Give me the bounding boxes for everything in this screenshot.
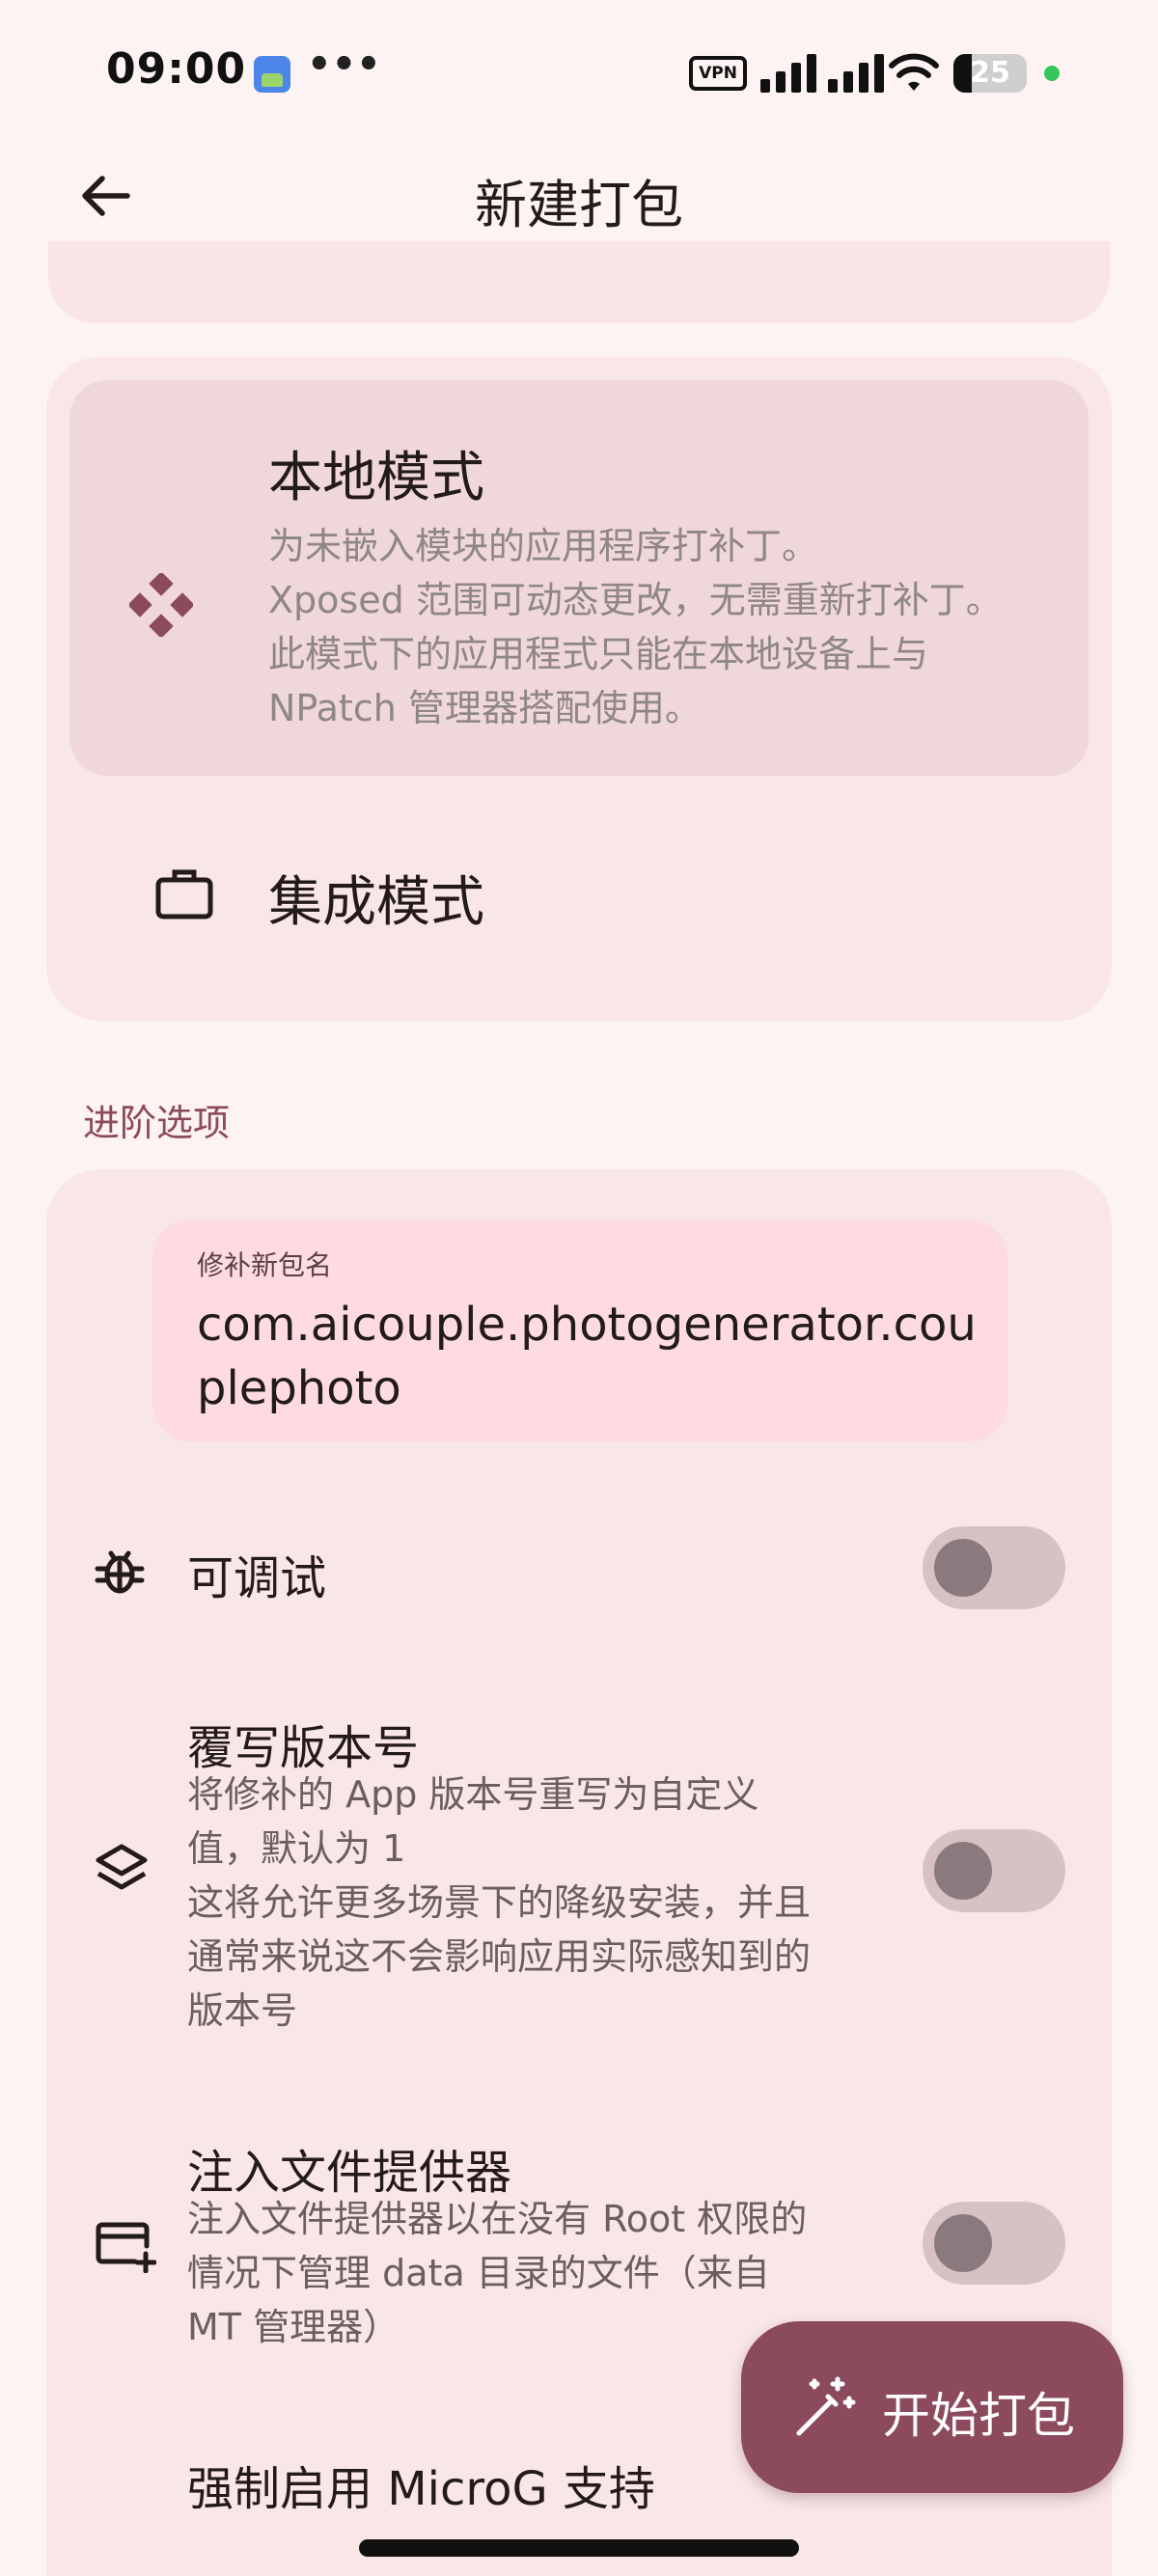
description-line: 注入文件提供器以在没有 Root 权限的	[187, 2198, 808, 2240]
start-patch-label: 开始打包	[882, 2388, 1075, 2444]
signal-strength-icon	[760, 54, 816, 93]
battery-level-text: 25	[970, 56, 1010, 90]
charging-indicator-icon	[1044, 66, 1060, 81]
description-line: 这将允许更多场景下的降级安装，并且	[187, 1881, 812, 1924]
override-version-code-description: 将修补的 App 版本号重写为自定义 值，默认为 1 这将允许更多场景下的降级安…	[187, 1768, 940, 2038]
home-indicator[interactable]	[359, 2539, 799, 2557]
switch-thumb	[934, 1842, 992, 1900]
debuggable-title: 可调试	[187, 1551, 327, 1605]
local-mode-title: 本地模式	[268, 447, 484, 509]
local-mode-option[interactable]: 本地模式 为未嵌入模块的应用程序打补丁。 Xposed 范围可动态更改，无需重新…	[69, 380, 1089, 776]
wifi-icon	[889, 53, 939, 91]
page-title: 新建打包	[475, 175, 683, 235]
status-time: 09:00	[106, 44, 247, 94]
diamond-dots-icon	[129, 573, 193, 637]
inject-file-provider-switch[interactable]	[923, 2202, 1065, 2285]
local-mode-description: 为未嵌入模块的应用程序打补丁。 Xposed 范围可动态更改，无需重新打补丁。 …	[268, 519, 1079, 735]
more-notifications-icon: •••	[307, 42, 381, 87]
local-mode-description-line: NPatch 管理器搭配使用。	[268, 687, 702, 729]
previous-card-edge	[48, 241, 1110, 323]
integrated-mode-option[interactable]: 集成模式	[69, 776, 1089, 998]
local-mode-description-line: 为未嵌入模块的应用程序打补丁。	[268, 525, 819, 567]
card-add-icon	[96, 2222, 156, 2273]
description-line: 通常来说这不会影响应用实际感知到的	[187, 1935, 812, 1978]
patch-mode-card: 本地模式 为未嵌入模块的应用程序打补丁。 Xposed 范围可动态更改，无需重新…	[46, 357, 1112, 1021]
local-mode-description-line: 此模式下的应用程式只能在本地设备上与	[268, 633, 929, 675]
override-version-code-option[interactable]: 覆写版本号 将修补的 App 版本号重写为自定义 值，默认为 1 这将允许更多场…	[46, 1698, 1112, 2045]
force-microg-title: 强制启用 MicroG 支持	[187, 2462, 655, 2516]
package-name-label: 修补新包名	[197, 1249, 333, 1281]
battery-icon: 25	[953, 54, 1027, 93]
package-name-value[interactable]: com.aicouple.photogenerator.couplephoto	[197, 1293, 979, 1420]
description-line: 值，默认为 1	[187, 1827, 406, 1870]
description-line: 情况下管理 data 目录的文件（来自	[187, 2252, 770, 2294]
new-patch-screen: 09:00 ••• VPN 25 新建打包 本地模式 为未嵌入模块的应用程序打补…	[0, 0, 1158, 2576]
description-line: 版本号	[187, 1989, 298, 2032]
signal-strength-icon	[828, 54, 884, 93]
status-bar: 09:00 ••• VPN 25	[0, 0, 1158, 135]
vpn-icon: VPN	[689, 56, 747, 91]
switch-thumb	[934, 1539, 992, 1597]
package-name-field[interactable]: 修补新包名 com.aicouple.photogenerator.couple…	[152, 1219, 1007, 1441]
layers-icon	[96, 1844, 148, 1890]
switch-thumb	[934, 2214, 992, 2272]
magic-wand-icon	[796, 2376, 856, 2436]
debuggable-option[interactable]: 可调试	[46, 1505, 1112, 1631]
integrated-mode-title: 集成模式	[268, 871, 484, 934]
briefcase-icon	[155, 869, 213, 919]
override-version-code-switch[interactable]	[923, 1829, 1065, 1912]
start-patch-button[interactable]: 开始打包	[741, 2321, 1123, 2493]
debuggable-switch[interactable]	[923, 1526, 1065, 1609]
advanced-section-title: 进阶选项	[83, 1102, 231, 1144]
gallery-app-notification-icon	[254, 56, 290, 93]
bug-icon	[95, 1550, 145, 1594]
local-mode-description-line: Xposed 范围可动态更改，无需重新打补丁。	[268, 579, 1003, 621]
description-line: 将修补的 App 版本号重写为自定义	[187, 1773, 759, 1816]
